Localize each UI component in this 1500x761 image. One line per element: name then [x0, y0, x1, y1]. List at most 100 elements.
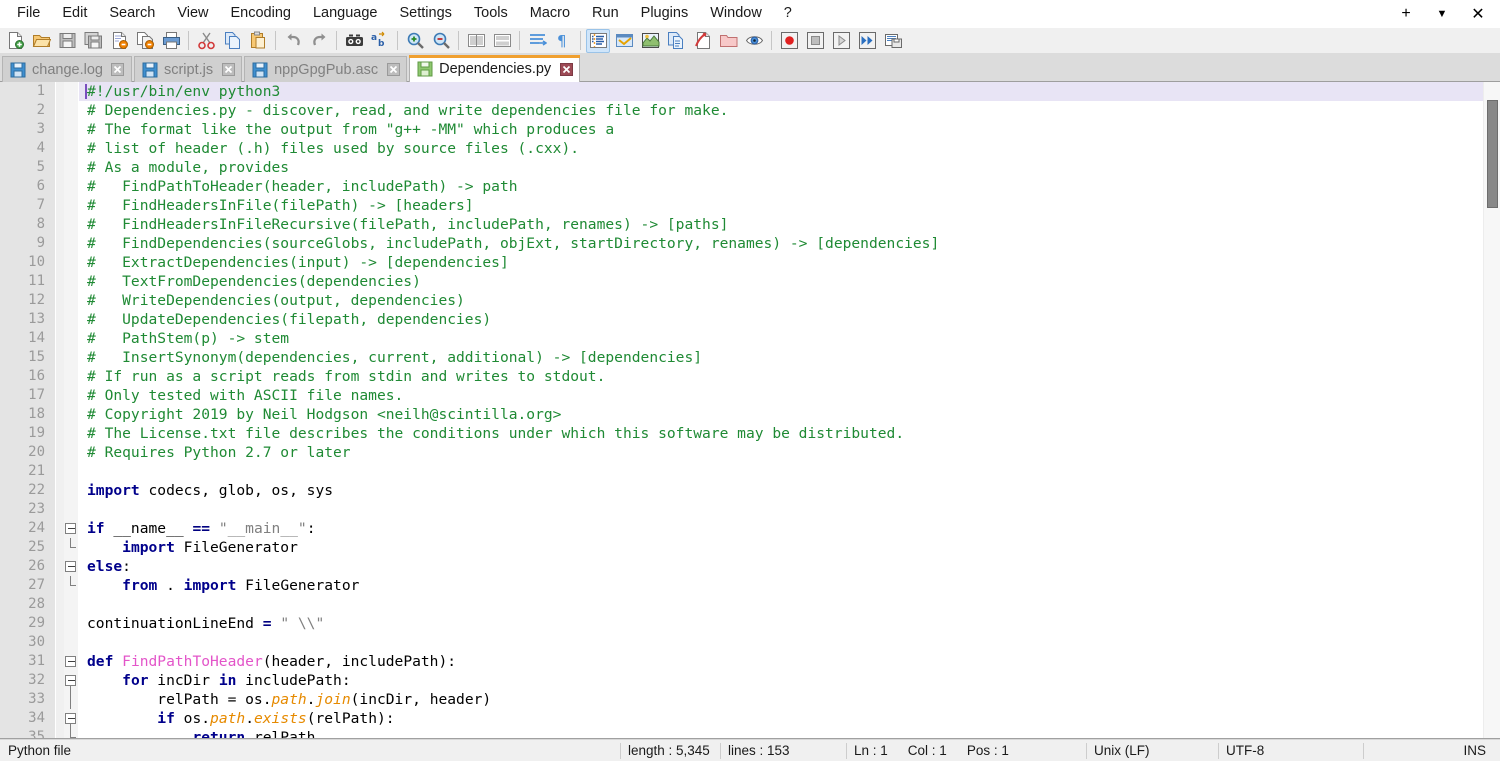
code-line[interactable]: # Copyright 2019 by Neil Hodgson <neilh@…: [79, 405, 1500, 424]
code-line[interactable]: # PathStem(p) -> stem: [79, 329, 1500, 348]
tab-dependencies-py[interactable]: Dependencies.py: [409, 55, 581, 82]
zoom-in-icon[interactable]: [403, 29, 427, 53]
macro-play-icon[interactable]: [829, 29, 853, 53]
close-window-button[interactable]: ✕: [1460, 1, 1496, 27]
find-icon[interactable]: [342, 29, 366, 53]
word-wrap-icon[interactable]: [525, 29, 549, 53]
document-map-icon[interactable]: [638, 29, 662, 53]
paste-icon[interactable]: [246, 29, 270, 53]
code-line[interactable]: return relPath: [79, 728, 1500, 738]
code-line[interactable]: [79, 595, 1500, 614]
menu-item-language[interactable]: Language: [302, 2, 389, 25]
code-line[interactable]: continuationLineEnd = " \\": [79, 614, 1500, 633]
fold-margin[interactable]: [64, 82, 78, 738]
code-line[interactable]: relPath = os.path.join(incDir, header): [79, 690, 1500, 709]
fold-marker[interactable]: [64, 576, 78, 595]
menu-item-view[interactable]: View: [166, 2, 219, 25]
code-line[interactable]: if os.path.exists(relPath):: [79, 709, 1500, 728]
code-line[interactable]: if __name__ == "__main__":: [79, 519, 1500, 538]
redo-icon[interactable]: [307, 29, 331, 53]
fold-marker[interactable]: [64, 652, 78, 671]
code-line[interactable]: # FindDependencies(sourceGlobs, includeP…: [79, 234, 1500, 253]
tab-close-icon[interactable]: [111, 63, 125, 77]
fold-marker[interactable]: [64, 728, 78, 738]
code-line[interactable]: # WriteDependencies(output, dependencies…: [79, 291, 1500, 310]
code-line[interactable]: # TextFromDependencies(dependencies): [79, 272, 1500, 291]
menu-item-search[interactable]: Search: [98, 2, 166, 25]
code-line[interactable]: def FindPathToHeader(header, includePath…: [79, 652, 1500, 671]
menu-item-encoding[interactable]: Encoding: [220, 2, 302, 25]
tab-script-js[interactable]: script.js: [133, 56, 243, 82]
macro-record-icon[interactable]: [777, 29, 801, 53]
code-line[interactable]: # FindHeadersInFile(filePath) -> [header…: [79, 196, 1500, 215]
fold-collapse-icon[interactable]: [65, 523, 76, 534]
fold-collapse-icon[interactable]: [65, 656, 76, 667]
tab-change-log[interactable]: change.log: [2, 56, 132, 82]
undo-icon[interactable]: [281, 29, 305, 53]
menu-item-tools[interactable]: Tools: [463, 2, 519, 25]
code-line[interactable]: [79, 633, 1500, 652]
sync-horizontal-scrolling-icon[interactable]: [490, 29, 514, 53]
code-line[interactable]: # FindPathToHeader(header, includePath) …: [79, 177, 1500, 196]
tab-close-icon[interactable]: [559, 62, 573, 76]
menu-item-file[interactable]: File: [6, 2, 51, 25]
replace-icon[interactable]: ab: [368, 29, 392, 53]
bookmark-margin[interactable]: [56, 82, 64, 738]
editor[interactable]: 1 2 3 4 5 6 7 8 9 10 11 12 13 14 15 16 17 18 19 20 21 22 23 24 2…: [0, 82, 1500, 739]
fold-marker[interactable]: [64, 671, 78, 690]
macro-play-multiple-icon[interactable]: [855, 29, 879, 53]
monitoring-icon[interactable]: [742, 29, 766, 53]
tab-close-icon[interactable]: [386, 63, 400, 77]
status-insert-mode[interactable]: INS: [1363, 740, 1500, 761]
code-line[interactable]: # As a module, provides: [79, 158, 1500, 177]
code-text-area[interactable]: #!/usr/bin/env python3 # Dependencies.py …: [78, 82, 1500, 738]
save-all-icon[interactable]: [81, 29, 105, 53]
code-line[interactable]: else:: [79, 557, 1500, 576]
code-line[interactable]: from . import FileGenerator: [79, 576, 1500, 595]
menu-item-window[interactable]: Window: [699, 2, 773, 25]
code-line[interactable]: # InsertSynonym(dependencies, current, a…: [79, 348, 1500, 367]
folder-as-workspace-icon[interactable]: [716, 29, 740, 53]
macro-stop-icon[interactable]: [803, 29, 827, 53]
vertical-scrollbar-thumb[interactable]: [1487, 100, 1498, 208]
show-indent-guide-icon[interactable]: [586, 28, 610, 53]
code-line[interactable]: # UpdateDependencies(filepath, dependenc…: [79, 310, 1500, 329]
fold-marker[interactable]: [64, 557, 78, 576]
code-line[interactable]: # Only tested with ASCII file names.: [79, 386, 1500, 405]
macro-save-icon[interactable]: [881, 29, 905, 53]
status-eol-format[interactable]: Unix (LF): [1086, 740, 1218, 761]
document-list-icon[interactable]: [664, 29, 688, 53]
fold-marker[interactable]: [64, 690, 78, 709]
status-encoding[interactable]: UTF-8: [1218, 740, 1363, 761]
code-line[interactable]: import FileGenerator: [79, 538, 1500, 557]
fold-marker[interactable]: [64, 709, 78, 728]
code-line[interactable]: # FindHeadersInFileRecursive(filePath, i…: [79, 215, 1500, 234]
fold-collapse-icon[interactable]: [65, 675, 76, 686]
add-tab-button[interactable]: +: [1388, 1, 1424, 27]
new-file-icon[interactable]: [3, 29, 27, 53]
open-file-icon[interactable]: [29, 29, 53, 53]
print-icon[interactable]: [159, 29, 183, 53]
function-list-icon[interactable]: [690, 29, 714, 53]
sync-vertical-scrolling-icon[interactable]: [464, 29, 488, 53]
code-line[interactable]: # The format like the output from "g++ -…: [79, 120, 1500, 139]
menu-item-plugins[interactable]: Plugins: [630, 2, 700, 25]
code-line[interactable]: # list of header (.h) files used by sour…: [79, 139, 1500, 158]
code-line[interactable]: # Dependencies.py - discover, read, and …: [79, 101, 1500, 120]
vertical-scrollbar[interactable]: [1483, 82, 1500, 738]
code-line[interactable]: #!/usr/bin/env python3: [79, 82, 1500, 101]
code-line[interactable]: # Requires Python 2.7 or later: [79, 443, 1500, 462]
code-line[interactable]: [79, 500, 1500, 519]
menu-item-macro[interactable]: Macro: [519, 2, 581, 25]
tab-nppgpgpub-asc[interactable]: nppGpgPub.asc: [244, 56, 408, 82]
code-line[interactable]: for incDir in includePath:: [79, 671, 1500, 690]
menu-item-edit[interactable]: Edit: [51, 2, 98, 25]
menu-item-run[interactable]: Run: [581, 2, 630, 25]
save-file-icon[interactable]: [55, 29, 79, 53]
close-file-icon[interactable]: [107, 29, 131, 53]
cut-icon[interactable]: [194, 29, 218, 53]
copy-icon[interactable]: [220, 29, 244, 53]
close-all-icon[interactable]: [133, 29, 157, 53]
fold-marker[interactable]: [64, 538, 78, 557]
fold-collapse-icon[interactable]: [65, 713, 76, 724]
